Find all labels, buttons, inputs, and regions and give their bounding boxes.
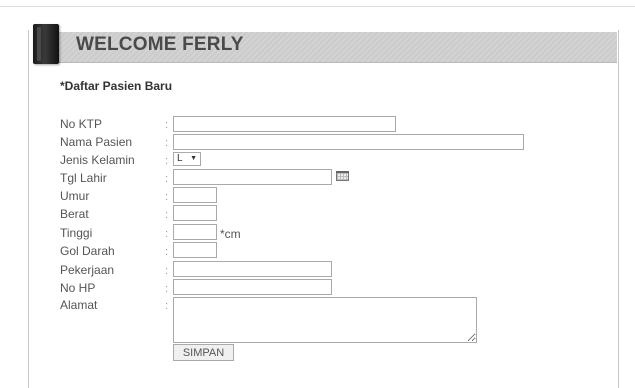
umur-input[interactable] xyxy=(173,187,217,203)
chevron-down-icon: ▼ xyxy=(190,155,197,162)
separator: : xyxy=(165,137,169,149)
separator: : xyxy=(165,209,169,221)
section-title: *Daftar Pasien Baru xyxy=(60,79,173,93)
label-pekerjaan: Pekerjaan xyxy=(60,263,115,277)
label-tinggi: Tinggi xyxy=(60,226,93,240)
label-alamat: Alamat xyxy=(60,298,98,312)
separator: : xyxy=(165,265,169,277)
no-ktp-input[interactable] xyxy=(173,116,396,132)
separator: : xyxy=(165,191,169,203)
jenis-kelamin-value: L xyxy=(177,153,183,164)
top-divider xyxy=(0,0,635,7)
label-no-ktp: No KTP xyxy=(60,117,103,131)
calendar-icon[interactable] xyxy=(336,171,349,181)
simpan-button[interactable]: SIMPAN xyxy=(173,344,234,361)
separator: : xyxy=(165,283,169,295)
tinggi-input[interactable] xyxy=(173,224,217,240)
label-gol-darah: Gol Darah xyxy=(60,244,115,258)
alamat-textarea[interactable] xyxy=(173,297,477,343)
separator: : xyxy=(165,300,169,312)
label-nama-pasien: Nama Pasien xyxy=(60,135,133,149)
header-accent-block xyxy=(33,24,59,64)
separator: : xyxy=(165,246,169,258)
label-umur: Umur xyxy=(60,189,90,203)
separator: : xyxy=(165,228,169,240)
label-berat: Berat xyxy=(60,207,89,221)
label-no-hp: No HP xyxy=(60,281,96,295)
page-frame: WELCOME FERLY *Daftar Pasien Baru No KTP… xyxy=(0,0,635,388)
label-jenis-kelamin: Jenis Kelamin xyxy=(60,153,135,167)
nama-pasien-input[interactable] xyxy=(173,134,524,150)
no-hp-input[interactable] xyxy=(173,279,332,295)
separator: : xyxy=(165,119,169,131)
jenis-kelamin-select[interactable]: L ▼ xyxy=(173,152,201,166)
label-tgl-lahir: Tgl Lahir xyxy=(60,171,107,185)
gol-darah-input[interactable] xyxy=(173,242,217,258)
tgl-lahir-input[interactable] xyxy=(173,169,332,185)
tinggi-unit: *cm xyxy=(220,227,241,241)
page-title: WELCOME FERLY xyxy=(76,34,244,55)
separator: : xyxy=(165,155,169,167)
berat-input[interactable] xyxy=(173,205,217,221)
pekerjaan-input[interactable] xyxy=(173,261,332,277)
separator: : xyxy=(165,173,169,185)
